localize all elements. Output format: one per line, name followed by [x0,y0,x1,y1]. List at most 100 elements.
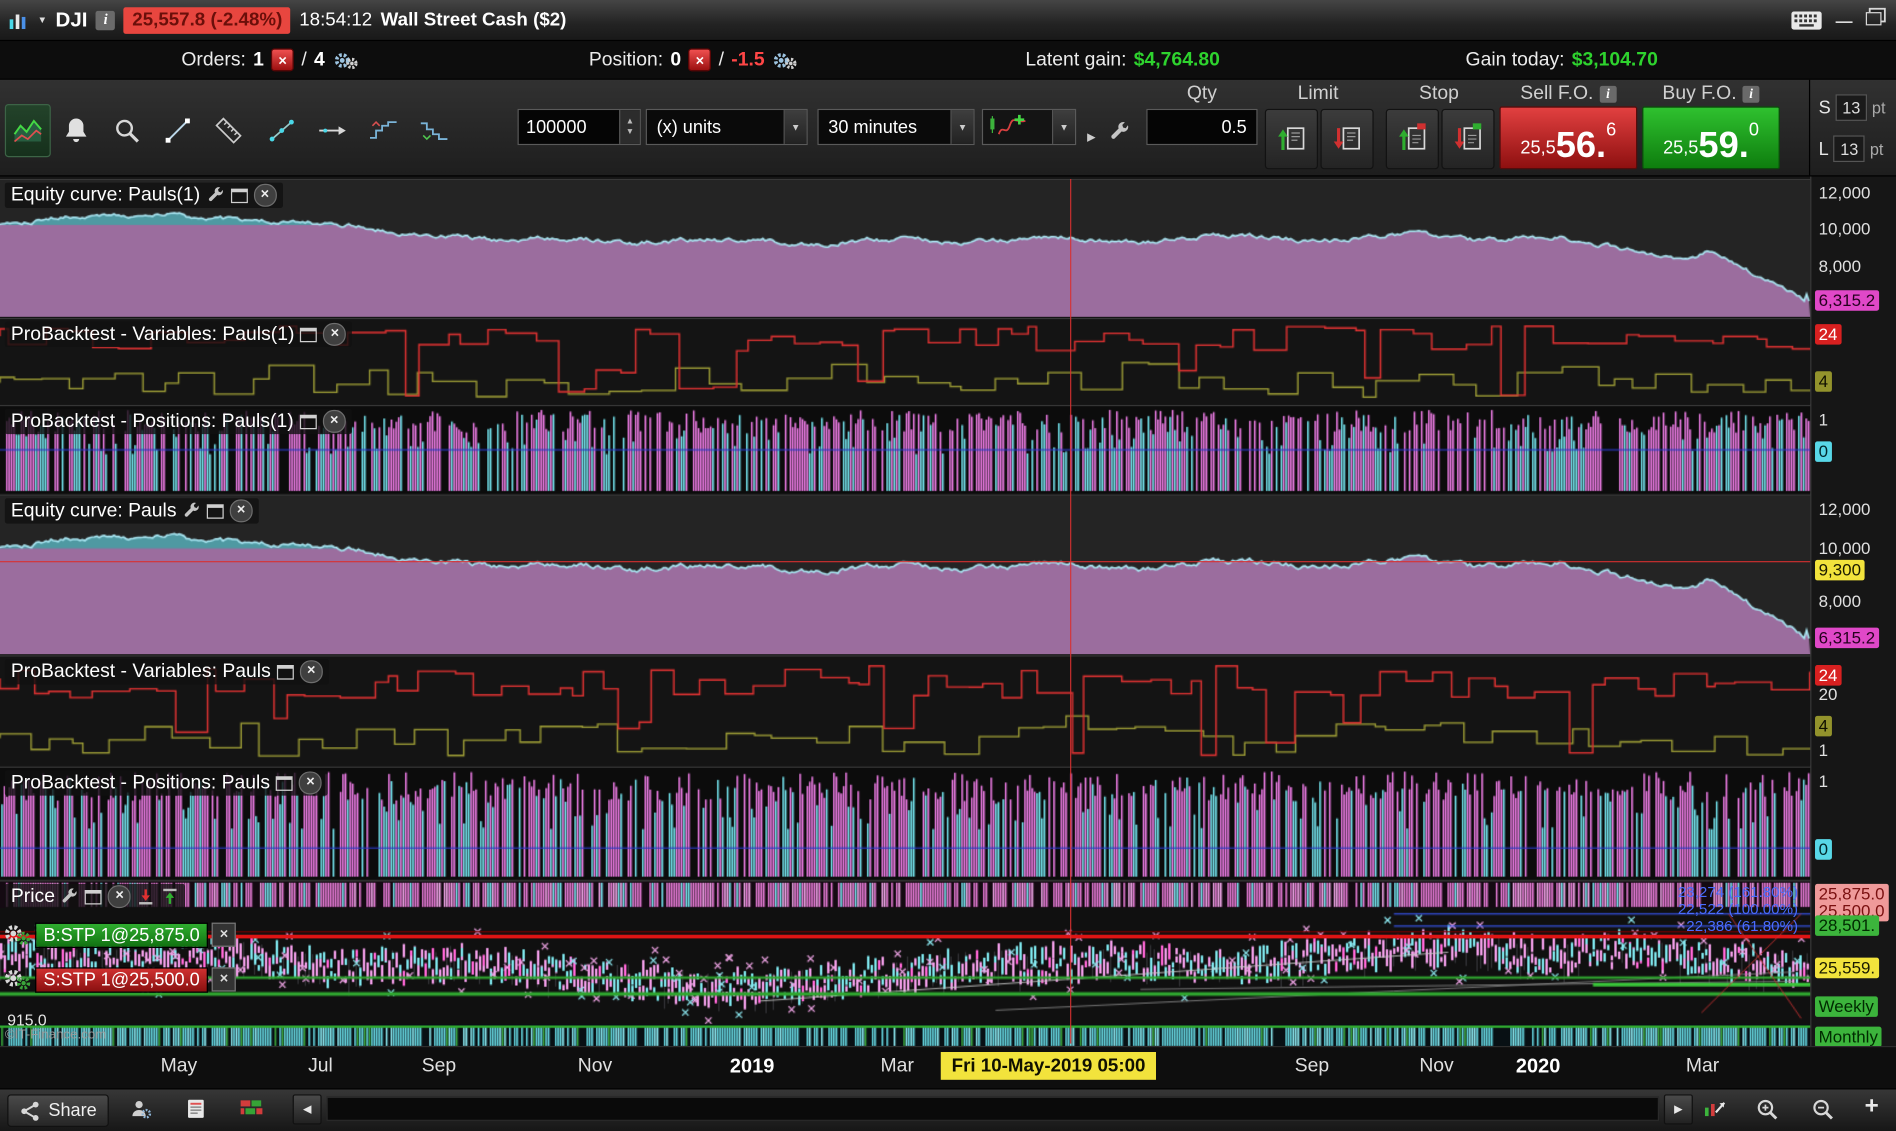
sell-limit-order-button[interactable] [1320,109,1373,169]
pos2-window-icon[interactable] [276,776,293,791]
vars2-window-icon[interactable] [277,664,294,679]
add-icon[interactable]: + [1865,1093,1879,1121]
equity1-wrench-icon[interactable] [206,186,224,204]
time-axis[interactable]: MayJulSepNov2019MarSepNov2020MarFri 10-M… [0,1046,1896,1088]
close-position-icon[interactable]: × [688,48,711,71]
segment-tool-icon[interactable] [259,104,305,157]
vars1-close-icon[interactable]: × [323,323,346,346]
order-cancel-icon[interactable]: × [212,967,236,991]
vars1-window-icon[interactable] [300,327,317,342]
buy-stop-order-button[interactable] [1386,109,1439,169]
settings-wrench-button[interactable] [1100,109,1139,155]
trendline-tool-icon[interactable] [155,104,201,157]
chart-style-button[interactable]: ▼ [982,109,1076,145]
crosshair-vertical-line [1070,179,1071,1044]
price-chart[interactable] [0,908,1810,1024]
user-settings-icon[interactable] [128,1098,152,1120]
fib-level-label: 23,274 (161.80%) [1678,884,1798,901]
pos1-window-icon[interactable] [300,414,317,429]
buy-limit-order-button[interactable] [1265,109,1318,169]
horizontal-scrollbar[interactable] [326,1097,1659,1121]
instrument-chart-icon[interactable] [7,9,29,31]
price-download-icon[interactable] [137,888,155,906]
horizontal-line-tool-icon[interactable] [310,104,356,157]
info-icon[interactable]: i [1599,86,1616,103]
timeframe-select[interactable]: 30 minutes ▼ [817,109,974,145]
search-zoom-icon[interactable] [104,104,150,157]
pattern-down-tool-icon[interactable] [411,104,457,157]
time-label: Nov [578,1056,612,1078]
sell-button[interactable]: 25,556.6 [1499,106,1637,169]
equity1-axis-label: 10,000 [1815,219,1874,240]
info-icon[interactable]: i [1743,86,1760,103]
panel-equity2: Equity curve: Pauls× [0,495,1810,653]
economic-calendar-icon[interactable] [239,1098,263,1117]
sell-price-prefix: 25,5 [1520,138,1555,159]
keyboard-icon[interactable] [1791,10,1822,29]
panel-equity1: Equity curve: Pauls(1)× [0,179,1810,316]
spinner-down-icon[interactable]: ▼ [626,128,634,136]
equity2-chart[interactable] [0,496,1810,654]
price-window-icon[interactable] [85,889,102,904]
scroll-right-button[interactable]: ▶ [1664,1094,1693,1124]
scroll-left-button[interactable]: ◀ [293,1094,322,1124]
arrow-right-icon: ▶ [1674,1103,1682,1116]
chart-tool-button[interactable] [5,104,51,157]
price-close-icon[interactable]: × [108,885,131,908]
equity1-axis-label: 8,000 [1815,256,1865,277]
spinner-up-icon[interactable]: ▲ [626,117,634,125]
equity2-window-icon[interactable] [207,504,224,519]
toolbar-separator [1809,80,1810,176]
pattern-up-tool-icon[interactable] [360,104,406,157]
qty-header-label: Qty [1187,83,1217,105]
alert-bell-icon[interactable] [53,104,99,157]
price-upload-icon[interactable] [161,888,179,906]
equity1-window-icon[interactable] [230,188,247,203]
ruler-tool-icon[interactable] [206,104,252,157]
order-tag: B:STP 1@25,875.0× [2,921,236,948]
position-settings-gears-icon[interactable] [772,49,799,71]
panel-title: ProBacktest - Positions: Pauls [11,772,270,794]
caret-down-icon[interactable]: ▼ [1052,110,1075,144]
vars2-axis-label: 1 [1815,740,1832,761]
instrument-dropdown-caret-icon[interactable]: ▼ [37,15,47,26]
info-icon[interactable]: i [96,10,115,29]
order-gears-icon[interactable] [2,966,31,993]
quantity-input[interactable]: 100000 ▲ ▼ [518,109,641,145]
units-select[interactable]: (x) units ▼ [646,109,808,145]
order-cancel-icon[interactable]: × [212,923,236,947]
quantity-spinner[interactable]: ▲ ▼ [619,110,640,144]
vars2-close-icon[interactable]: × [300,660,323,683]
pos1-close-icon[interactable]: × [323,410,346,433]
order-qty-input[interactable]: 0.5 [1146,109,1257,145]
share-icon [19,1100,41,1122]
limit-distance-input[interactable]: 13 [1834,135,1865,162]
pos2-close-icon[interactable]: × [299,771,322,794]
equity2-wrench-icon[interactable] [183,502,201,520]
news-icon[interactable] [186,1098,205,1120]
chart-area[interactable]: Equity curve: Pauls(1)×12,00010,0008,000… [0,177,1896,1046]
auto-scale-icon[interactable] [1703,1098,1727,1120]
restore-window-icon[interactable] [1866,8,1889,31]
share-button[interactable]: Share [7,1094,109,1127]
caret-down-icon[interactable]: ▼ [784,110,807,144]
status-bar: Orders: 1 × / 4 Position: 0 × / -1.5 Lat… [0,41,1896,80]
equity1-axis-label: 6,315.2 [1815,290,1879,311]
caret-down-icon[interactable]: ▼ [950,110,973,144]
cancel-orders-icon[interactable]: × [271,48,294,71]
position-qty: 0 [670,49,681,71]
panel-header-vars1: ProBacktest - Variables: Pauls(1)× [5,322,353,347]
order-gears-icon[interactable] [2,921,31,948]
minimize-icon[interactable]: — [1831,10,1858,29]
equity2-close-icon[interactable]: × [230,499,253,522]
stop-distance-input[interactable]: 13 [1836,94,1867,121]
price-wrench-icon[interactable] [61,888,79,906]
zoom-in-icon[interactable] [1756,1098,1780,1122]
zoom-out-icon[interactable] [1811,1098,1835,1122]
orders-settings-gears-icon[interactable] [332,49,359,71]
panel-header-price: Price× [5,884,186,909]
expander-icon[interactable]: ▶ [1087,131,1095,144]
buy-button[interactable]: 25,559.0 [1642,106,1780,169]
sell-stop-order-button[interactable] [1441,109,1494,169]
equity1-close-icon[interactable]: × [253,184,276,207]
